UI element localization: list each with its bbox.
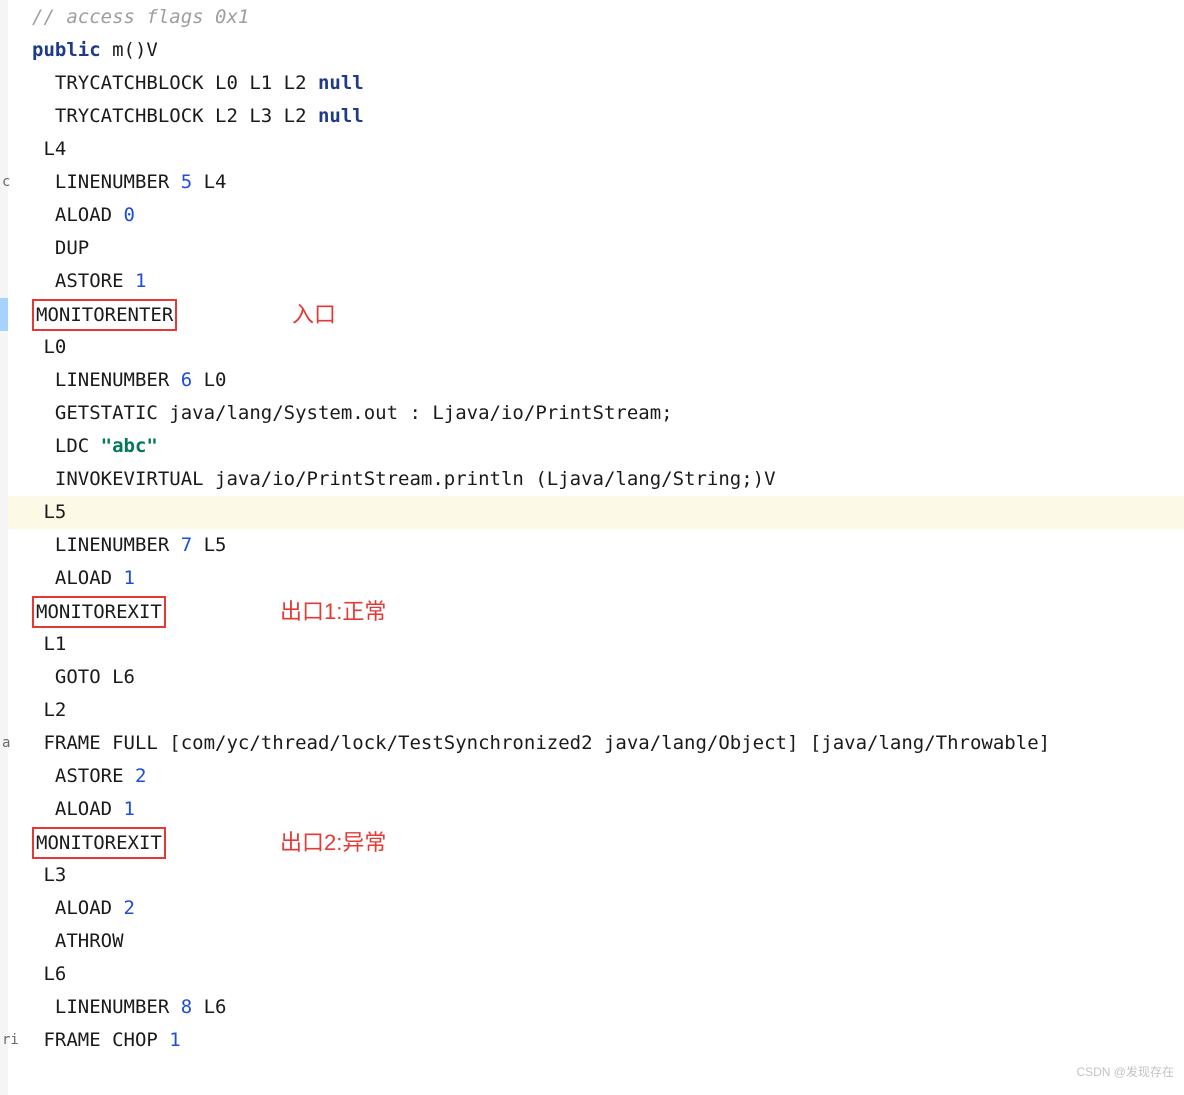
code-line: MONITOREXIT 出口2:异常 bbox=[8, 826, 1184, 859]
aload-pre: ALOAD bbox=[32, 199, 124, 232]
frame-full: FRAME FULL [com/yc/thread/lock/TestSynch… bbox=[32, 727, 1050, 760]
getstatic: GETSTATIC java/lang/System.out : Ljava/i… bbox=[32, 397, 673, 430]
code-line: L0 bbox=[8, 331, 1184, 364]
monitorexit1-box: MONITOREXIT bbox=[32, 596, 166, 628]
gutter-char: ri bbox=[2, 1024, 19, 1057]
athrow: ATHROW bbox=[32, 925, 124, 958]
label-l1: L1 bbox=[32, 628, 66, 661]
code-line: // access flags 0x1 bbox=[8, 1, 1184, 34]
code-line: MONITOREXIT 出口1:正常 bbox=[8, 595, 1184, 628]
label-l5: L5 bbox=[32, 496, 66, 529]
keyword-public: public bbox=[32, 34, 101, 67]
code-line: LINENUMBER 7 L5 bbox=[8, 529, 1184, 562]
code-line: MONITORENTER 入口 bbox=[8, 298, 1184, 331]
code-line: L4 bbox=[8, 133, 1184, 166]
code-line: ALOAD 1 bbox=[8, 562, 1184, 595]
code-line: ALOAD 1 bbox=[8, 793, 1184, 826]
code-line: ATHROW bbox=[8, 925, 1184, 958]
monitorexit2-box: MONITOREXIT bbox=[32, 827, 166, 859]
astore-pre: ASTORE bbox=[32, 265, 135, 298]
code-line: ASTORE 1 bbox=[8, 265, 1184, 298]
linenumber-num: 6 bbox=[181, 364, 192, 397]
code-line: L3 bbox=[8, 859, 1184, 892]
aload-pre: ALOAD bbox=[32, 562, 124, 595]
code-line: LINENUMBER 6 L0 bbox=[8, 364, 1184, 397]
linenumber-num: 7 bbox=[181, 529, 192, 562]
code-line: ALOAD 0 bbox=[8, 199, 1184, 232]
code-line: ALOAD 2 bbox=[8, 892, 1184, 925]
linenumber-pre: LINENUMBER bbox=[32, 991, 181, 1024]
code-line: GOTO L6 bbox=[8, 661, 1184, 694]
keyword-null: null bbox=[318, 67, 364, 100]
goto: GOTO L6 bbox=[32, 661, 135, 694]
gutter-char: c bbox=[2, 166, 10, 199]
keyword-null: null bbox=[318, 100, 364, 133]
linenumber-label: L5 bbox=[192, 529, 226, 562]
label-l6: L6 bbox=[32, 958, 66, 991]
label-l0: L0 bbox=[32, 331, 66, 364]
ldc-string: "abc" bbox=[101, 430, 158, 463]
astore-num: 1 bbox=[135, 265, 146, 298]
dup: DUP bbox=[32, 232, 89, 265]
code-line: L2 bbox=[8, 694, 1184, 727]
framechop-num: 1 bbox=[169, 1024, 180, 1057]
aload-pre: ALOAD bbox=[32, 892, 124, 925]
linenumber-pre: LINENUMBER bbox=[32, 166, 181, 199]
trycatch2-pre: TRYCATCHBLOCK L2 L3 L2 bbox=[32, 100, 318, 133]
code-line: a FRAME FULL [com/yc/thread/lock/TestSyn… bbox=[8, 727, 1184, 760]
code-line: GETSTATIC java/lang/System.out : Ljava/i… bbox=[8, 397, 1184, 430]
code-line: L1 bbox=[8, 628, 1184, 661]
code-line: ASTORE 2 bbox=[8, 760, 1184, 793]
linenumber-pre: LINENUMBER bbox=[32, 529, 181, 562]
linenumber-label: L6 bbox=[192, 991, 226, 1024]
aload-num: 0 bbox=[124, 199, 135, 232]
aload-num: 1 bbox=[124, 793, 135, 826]
trycatch1-pre: TRYCATCHBLOCK L0 L1 L2 bbox=[32, 67, 318, 100]
code-line: L6 bbox=[8, 958, 1184, 991]
label-l3: L3 bbox=[32, 859, 66, 892]
ldc-pre: LDC bbox=[32, 430, 101, 463]
astore-pre: ASTORE bbox=[32, 760, 135, 793]
code-line: public m()V bbox=[8, 34, 1184, 67]
code-line: ri FRAME CHOP 1 bbox=[8, 1024, 1184, 1057]
gutter bbox=[0, 0, 8, 1095]
watermark: CSDN @发现存在 bbox=[1076, 1056, 1174, 1089]
aload-num: 1 bbox=[124, 562, 135, 595]
linenumber-num: 5 bbox=[181, 166, 192, 199]
invokevirtual: INVOKEVIRTUAL java/io/PrintStream.printl… bbox=[32, 463, 776, 496]
code-line: LINENUMBER 8 L6 bbox=[8, 991, 1184, 1024]
code-line: DUP bbox=[8, 232, 1184, 265]
aload-pre: ALOAD bbox=[32, 793, 124, 826]
annotation-exit1: 出口1:正常 bbox=[280, 595, 386, 628]
linenumber-pre: LINENUMBER bbox=[32, 364, 181, 397]
comment: // access flags 0x1 bbox=[32, 1, 249, 34]
framechop-pre: FRAME CHOP bbox=[32, 1024, 169, 1057]
code-line-highlighted: L5 bbox=[8, 496, 1184, 529]
label-l4: L4 bbox=[32, 133, 66, 166]
monitorenter-box: MONITORENTER bbox=[32, 299, 177, 331]
aload-num: 2 bbox=[124, 892, 135, 925]
method-sig: m()V bbox=[101, 34, 158, 67]
code-line: c LINENUMBER 5 L4 bbox=[8, 166, 1184, 199]
label-l2: L2 bbox=[32, 694, 66, 727]
code-line: LDC "abc" bbox=[8, 430, 1184, 463]
gutter-char: a bbox=[2, 727, 10, 760]
linenumber-num: 8 bbox=[181, 991, 192, 1024]
annotation-entry: 入口 bbox=[292, 298, 336, 331]
code-line: TRYCATCHBLOCK L2 L3 L2 null bbox=[8, 100, 1184, 133]
astore-num: 2 bbox=[135, 760, 146, 793]
code-line: TRYCATCHBLOCK L0 L1 L2 null bbox=[8, 67, 1184, 100]
linenumber-label: L4 bbox=[192, 166, 226, 199]
code-line: INVOKEVIRTUAL java/io/PrintStream.printl… bbox=[8, 463, 1184, 496]
annotation-exit2: 出口2:异常 bbox=[280, 826, 386, 859]
linenumber-label: L0 bbox=[192, 364, 226, 397]
